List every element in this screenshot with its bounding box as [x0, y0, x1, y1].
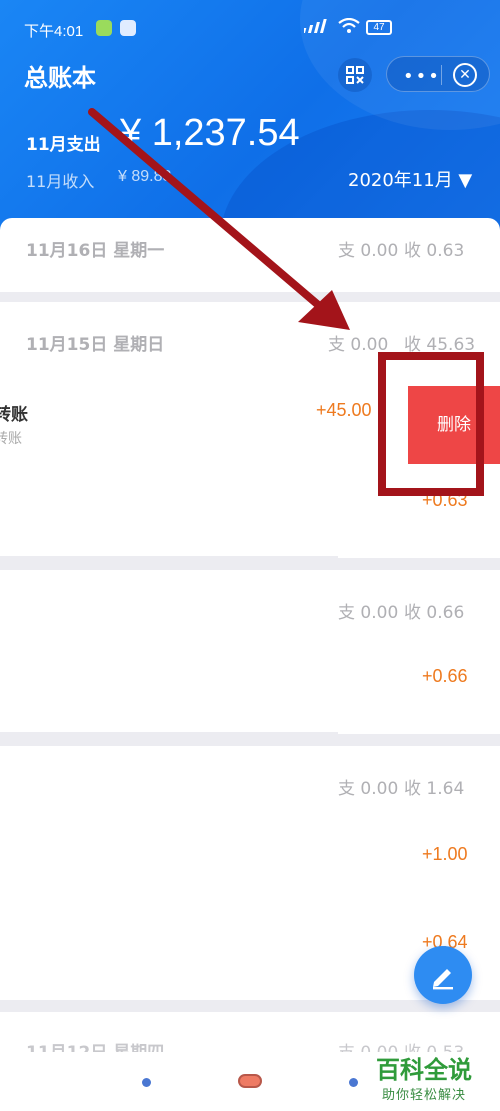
watermark-subtitle: 助你轻松解决 [382, 1088, 467, 1103]
day-income: 收 0.66 [404, 603, 465, 623]
app-screen: 下午4:01 47 总账本 ••• ✕ 11月支出 ¥ 1,237.54 11月… [0, 0, 500, 1111]
transaction-amount[interactable]: +1.00 [422, 844, 468, 865]
nav-back-button[interactable] [349, 1078, 358, 1087]
pencil-icon [433, 969, 453, 990]
day-income: 收 1.64 [404, 779, 465, 799]
nav-menu-button[interactable] [142, 1078, 151, 1087]
nav-home-button[interactable] [238, 1074, 262, 1088]
annotation-arrow [88, 108, 350, 330]
day-expense: 支 0.00 [338, 603, 399, 623]
transaction-amount[interactable]: +0.66 [422, 666, 468, 687]
day-card: 支 0.00 收 0.66 +0.66 [0, 570, 500, 734]
watermark-title: 百科全说 [376, 1056, 472, 1084]
edit-fab-button[interactable] [414, 946, 472, 1004]
day-expense: 支 0.00 [338, 779, 399, 799]
